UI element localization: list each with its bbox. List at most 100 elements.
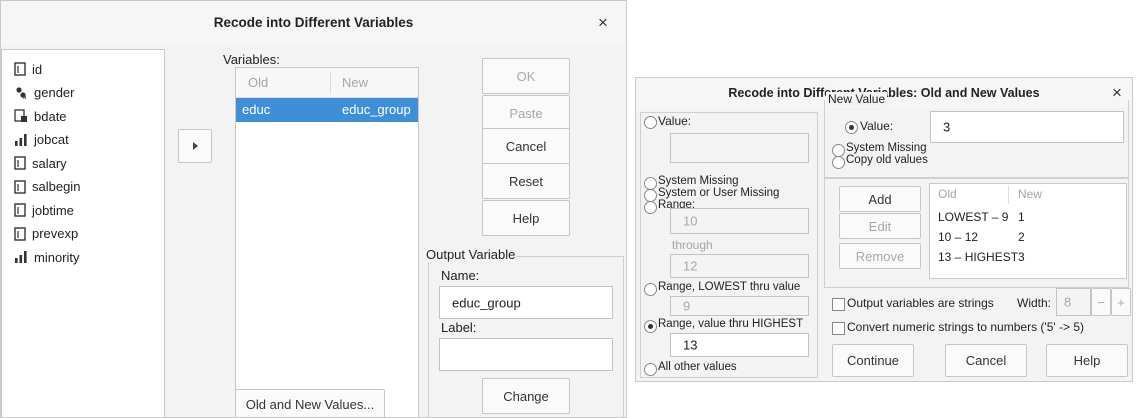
list-item[interactable]: bdate: [14, 105, 67, 127]
mapping-new-cell: 3: [1018, 250, 1025, 264]
edit-button[interactable]: Edit: [839, 213, 921, 239]
mapping-col-new: New: [1018, 187, 1043, 201]
new-value-radio[interactable]: [845, 121, 858, 134]
through-label: through: [672, 238, 713, 252]
mapping-old-cell: 10 – 12: [938, 230, 979, 244]
scale-icon: [14, 179, 29, 194]
variable-name: gender: [34, 85, 75, 100]
table-row[interactable]: 10 – 12 2: [930, 228, 1126, 248]
width-plus-button[interactable]: +: [1111, 288, 1131, 316]
new-system-missing-label: System Missing: [846, 142, 927, 154]
remove-button[interactable]: Remove: [839, 243, 921, 269]
system-missing-label: System Missing: [658, 175, 739, 187]
help-button[interactable]: Help: [1046, 344, 1128, 377]
continue-button[interactable]: Continue: [832, 344, 914, 377]
copy-old-label: Copy old values: [846, 154, 928, 166]
old-value-label: Value:: [658, 114, 692, 128]
copy-old-radio[interactable]: [832, 156, 845, 169]
old-value-input[interactable]: [670, 133, 809, 163]
old-value-radio[interactable]: [644, 116, 657, 129]
variable-name: salary: [32, 155, 67, 171]
range-to-value: 12: [683, 258, 698, 274]
scale-icon: [14, 203, 29, 217]
ordinal-icon: [14, 250, 31, 264]
range-to-input[interactable]: 12: [670, 254, 809, 278]
table-row[interactable]: educ educ_group: [236, 98, 418, 122]
all-other-radio[interactable]: [644, 363, 657, 376]
output-variable-title: Output Variable: [424, 247, 518, 262]
variable-name: bdate: [34, 108, 67, 124]
svg-text:a: a: [23, 95, 27, 100]
new-value-title: New Value: [826, 92, 888, 106]
old-new-list[interactable]: Old New LOWEST – 9 1 10 – 12 2 13 – HIGHEST 3: [929, 183, 1127, 279]
new-value-input-text: 3: [943, 119, 951, 135]
list-item[interactable]: a gender: [14, 82, 74, 104]
variable-name: jobcat: [34, 132, 69, 147]
list-item[interactable]: minority: [14, 246, 80, 268]
ordinal-icon: [14, 133, 31, 147]
paste-button[interactable]: Paste: [482, 95, 570, 131]
width-minus-button[interactable]: −: [1091, 288, 1111, 316]
output-label-input[interactable]: [439, 338, 613, 371]
row-new-cell: educ_group: [342, 102, 411, 117]
list-item[interactable]: salary: [14, 152, 67, 174]
range-highest-value: 13: [683, 337, 698, 353]
recode-dialog: Recode into Different Variables × id a gen…: [0, 0, 627, 418]
ok-button[interactable]: OK: [482, 58, 570, 94]
variable-name: minority: [34, 249, 80, 265]
scale-icon: [14, 226, 29, 241]
table-row[interactable]: 13 – HIGHEST 3: [930, 248, 1126, 268]
range-from-value: 10: [683, 213, 698, 229]
range-lowest-label: Range, LOWEST thru value: [658, 281, 801, 293]
dialog-title: Recode into Different Variables: [213, 15, 414, 30]
list-item[interactable]: salbegin: [14, 176, 80, 198]
list-item[interactable]: id: [14, 58, 42, 80]
width-input[interactable]: 8: [1056, 288, 1091, 316]
convert-numeric-label: Convert numeric strings to numbers ('5' …: [847, 320, 1084, 334]
variable-name: jobtime: [32, 202, 74, 218]
cancel-button[interactable]: Cancel: [945, 344, 1027, 377]
range-lowest-radio[interactable]: [644, 283, 657, 296]
output-strings-label: Output variables are strings: [847, 296, 994, 310]
old-and-new-values-button[interactable]: Old and New Values...: [235, 389, 385, 417]
range-highest-radio[interactable]: [644, 320, 657, 333]
old-new-values-dialog: Recode into Different Variables: Old and…: [635, 77, 1133, 382]
convert-numeric-checkbox[interactable]: [832, 322, 845, 335]
range-highest-label: Range, value thru HIGHEST: [658, 318, 804, 330]
variables-table-header: Old New: [236, 68, 418, 98]
help-button[interactable]: Help: [482, 200, 570, 236]
mapping-old-cell: LOWEST – 9: [938, 210, 1009, 224]
move-variable-button[interactable]: [178, 129, 212, 163]
width-value: 8: [1064, 294, 1072, 310]
add-button[interactable]: Add: [839, 186, 921, 212]
mapping-old-cell: 13 – HIGHEST: [938, 250, 1019, 264]
system-user-missing-label: System or User Missing: [658, 187, 780, 199]
range-highest-input[interactable]: 13: [670, 333, 809, 357]
row-old-cell: educ: [242, 102, 271, 117]
table-row[interactable]: LOWEST – 9 1: [930, 208, 1126, 228]
date-icon: [14, 109, 31, 123]
change-button[interactable]: Change: [482, 378, 570, 414]
output-strings-checkbox[interactable]: [832, 298, 845, 311]
range-lowest-value-input[interactable]: 9: [670, 296, 809, 316]
all-other-label: All other values: [658, 361, 737, 373]
list-item[interactable]: jobcat: [14, 129, 69, 151]
new-value-input[interactable]: 3: [930, 111, 1124, 143]
reset-button[interactable]: Reset: [482, 163, 570, 199]
cancel-button[interactable]: Cancel: [482, 128, 570, 164]
range-lowest-value-text: 9: [683, 298, 691, 314]
range-from-input[interactable]: 10: [670, 208, 809, 234]
variables-table[interactable]: Old New educ educ_group: [235, 67, 419, 417]
range-radio[interactable]: [644, 201, 657, 214]
mapping-col-old: Old: [938, 187, 957, 201]
output-name-value: educ_group: [452, 295, 521, 310]
list-item[interactable]: jobtime: [14, 199, 74, 221]
source-variable-list[interactable]: id a gender bdate jobcat salary salbegin jobtim…: [1, 49, 165, 417]
scale-icon: [14, 62, 29, 76]
nominal-string-icon: a: [14, 86, 31, 100]
col-old-header: Old: [248, 75, 269, 90]
list-item[interactable]: prevexp: [14, 223, 78, 245]
output-name-input[interactable]: educ_group: [439, 286, 613, 319]
arrow-right-icon: [193, 142, 198, 150]
close-icon[interactable]: ×: [598, 13, 608, 33]
